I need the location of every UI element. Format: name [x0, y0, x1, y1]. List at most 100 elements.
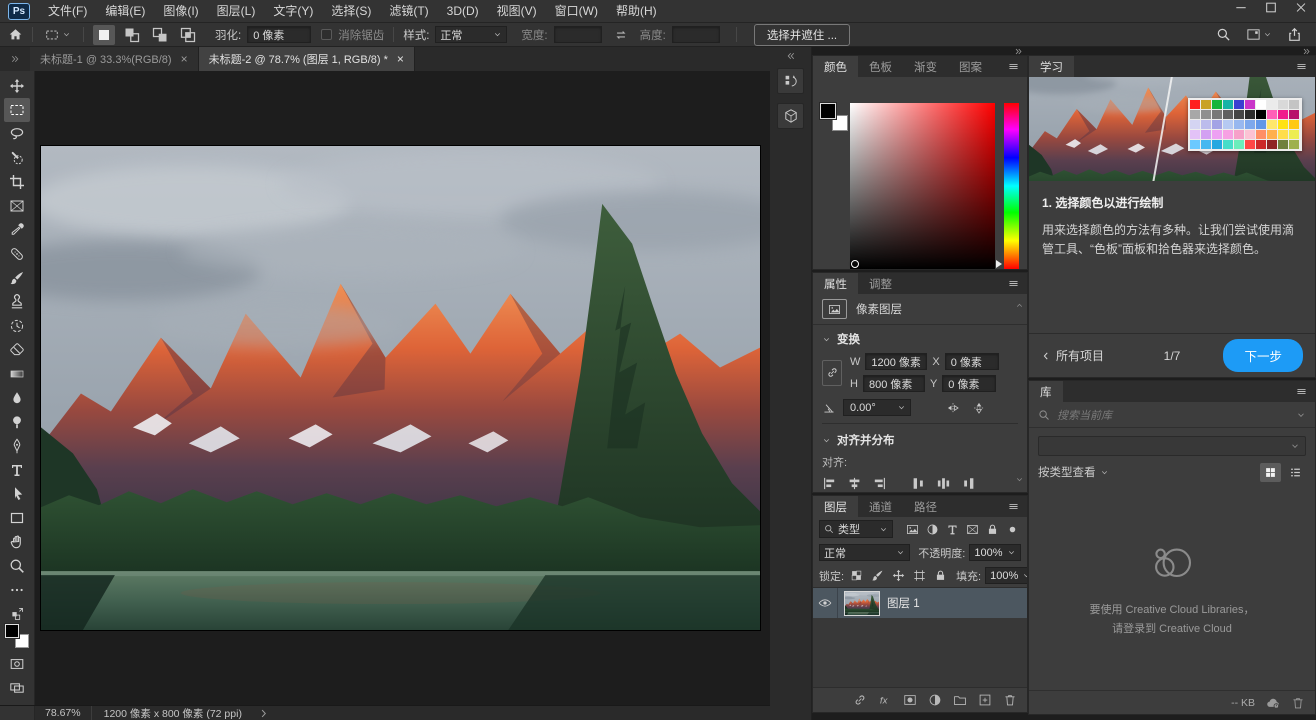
transform-section-header[interactable]: 变换	[822, 331, 1018, 347]
transform-y-input[interactable]: 0 像素	[942, 375, 996, 392]
tab-调整[interactable]: 调整	[858, 273, 903, 294]
tab-属性[interactable]: 属性	[813, 273, 858, 294]
link-icon[interactable]	[852, 693, 868, 708]
search-icon[interactable]	[1216, 27, 1231, 42]
foreground-background-colors[interactable]	[5, 624, 29, 648]
zoom-level-field[interactable]: 78.67%	[35, 707, 91, 719]
mask-icon[interactable]	[902, 693, 918, 708]
color-swatch[interactable]	[1223, 120, 1233, 129]
menu-item[interactable]: 帮助(H)	[607, 0, 666, 22]
flip-horizontal-icon[interactable]	[946, 401, 960, 415]
tab-库[interactable]: 库	[1029, 381, 1063, 402]
color-swatch[interactable]	[1234, 130, 1244, 139]
menu-item[interactable]: 编辑(E)	[96, 0, 154, 22]
color-swatch[interactable]	[1256, 130, 1266, 139]
swap-dimensions-icon[interactable]	[614, 28, 628, 42]
half-circle-icon[interactable]	[927, 693, 943, 708]
zoom-tool[interactable]	[4, 554, 30, 578]
lock-icon[interactable]	[984, 521, 1001, 537]
align-section-header[interactable]: 对齐并分布	[822, 432, 1018, 448]
move-sm-icon[interactable]	[890, 568, 906, 584]
color-swatch[interactable]	[1190, 100, 1200, 109]
layer-filter-select[interactable]: 类型	[819, 520, 893, 538]
new-selection-button[interactable]	[93, 25, 115, 45]
color-swatch[interactable]	[1278, 120, 1288, 129]
scroll-down-icon[interactable]	[1015, 475, 1024, 484]
select-and-mask-button[interactable]: 选择并遮住 ...	[754, 24, 850, 46]
screen-mode-button[interactable]	[4, 676, 30, 700]
color-swatch[interactable]	[1190, 140, 1200, 149]
app-logo[interactable]: Ps	[8, 3, 30, 20]
color-swatch[interactable]	[1223, 130, 1233, 139]
color-swatch[interactable]	[1201, 110, 1211, 119]
hue-slider[interactable]	[1004, 103, 1019, 269]
hue-slider-arrow[interactable]	[996, 260, 1002, 268]
color-swatch[interactable]	[1267, 140, 1277, 149]
edit-toolbar-button[interactable]	[4, 578, 30, 602]
chevron-down-icon[interactable]	[1296, 410, 1306, 420]
library-search-row[interactable]: 搜索当前库	[1029, 402, 1315, 428]
status-options-icon[interactable]	[258, 708, 269, 719]
foreground-color-swatch[interactable]	[820, 103, 836, 119]
grid-view-button[interactable]	[1260, 463, 1281, 482]
align-center-h-icon[interactable]	[847, 476, 862, 491]
tab-路径[interactable]: 路径	[903, 496, 948, 517]
color-swatch[interactable]	[1256, 100, 1266, 109]
tab-学习[interactable]: 学习	[1029, 56, 1074, 77]
color-swatch[interactable]	[1278, 140, 1288, 149]
link-dimensions-button[interactable]	[822, 360, 842, 386]
color-swatch[interactable]	[1256, 120, 1266, 129]
canvas-area[interactable]	[35, 71, 770, 705]
trash-icon[interactable]	[1002, 693, 1018, 708]
menu-item[interactable]: 文字(Y)	[264, 0, 322, 22]
rotation-angle-select[interactable]: 0.00°	[843, 399, 911, 416]
toolbar-expand-button[interactable]	[0, 47, 30, 71]
fx-icon[interactable]: fx	[877, 693, 893, 708]
quick-mask-button[interactable]	[4, 652, 30, 676]
tab-图层[interactable]: 图层	[813, 496, 858, 517]
color-swatch[interactable]	[1234, 110, 1244, 119]
align-left-icon[interactable]	[822, 476, 837, 491]
document-tab[interactable]: 未标题-2 @ 78.7% (图层 1, RGB/8) *×	[199, 47, 415, 71]
close-button[interactable]	[1286, 0, 1316, 15]
library-select[interactable]	[1038, 436, 1306, 456]
menu-item[interactable]: 滤镜(T)	[380, 0, 437, 22]
color-swatch[interactable]	[1289, 100, 1299, 109]
color-swatch[interactable]	[1278, 110, 1288, 119]
panel-menu-icon[interactable]	[1000, 273, 1027, 294]
next-step-button[interactable]: 下一步	[1223, 339, 1303, 372]
healing-brush-tool[interactable]	[4, 242, 30, 266]
menu-item[interactable]: 视图(V)	[488, 0, 546, 22]
color-swatch[interactable]	[1223, 110, 1233, 119]
color-swatch[interactable]	[1190, 130, 1200, 139]
clone-stamp-tool[interactable]	[4, 290, 30, 314]
lock-icon[interactable]	[932, 568, 948, 584]
menu-item[interactable]: 图层(L)	[208, 0, 265, 22]
style-select[interactable]: 正常	[435, 26, 507, 43]
color-swatch[interactable]	[1289, 110, 1299, 119]
color-swatch[interactable]	[1234, 100, 1244, 109]
color-swatch[interactable]	[1245, 130, 1255, 139]
panel-menu-icon[interactable]	[1288, 381, 1315, 402]
layer-thumbnail[interactable]	[845, 592, 879, 615]
tab-图案[interactable]: 图案	[948, 56, 993, 77]
color-swatch[interactable]	[1212, 130, 1222, 139]
layer-name[interactable]: 图层 1	[887, 595, 920, 611]
layer-row[interactable]: 图层 1	[813, 588, 1027, 618]
color-swatch[interactable]	[1245, 140, 1255, 149]
color-swatch[interactable]	[1212, 140, 1222, 149]
color-swatch[interactable]	[1201, 100, 1211, 109]
library-search-input[interactable]: 搜索当前库	[1057, 407, 1289, 423]
pin-icon[interactable]	[1004, 521, 1021, 537]
color-swatch[interactable]	[1190, 110, 1200, 119]
type-letter-icon[interactable]	[944, 521, 961, 537]
intersect-selection-button[interactable]	[177, 25, 199, 45]
flip-vertical-icon[interactable]	[972, 401, 986, 415]
color-swatch[interactable]	[1190, 120, 1200, 129]
scroll-up-icon[interactable]	[1015, 301, 1024, 310]
layer-visibility-toggle[interactable]	[813, 588, 838, 618]
document-image[interactable]	[41, 146, 760, 630]
document-tab[interactable]: 未标题-1 @ 33.3%(RGB/8)×	[30, 47, 199, 71]
add-to-selection-button[interactable]	[121, 25, 143, 45]
brush-tool[interactable]	[4, 266, 30, 290]
